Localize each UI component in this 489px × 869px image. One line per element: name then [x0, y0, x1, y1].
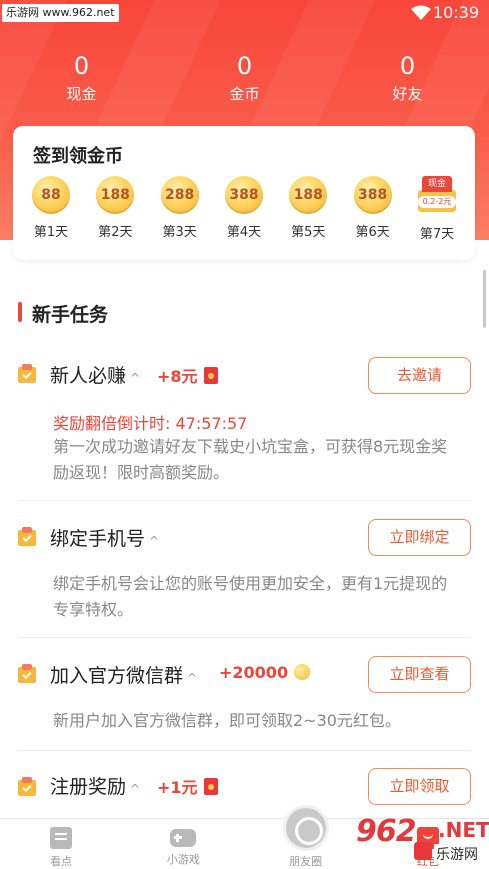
section-title: 新手任务: [32, 304, 109, 326]
red-packet-icon: [203, 367, 218, 384]
clipboard-check-icon: [18, 527, 38, 547]
coin-icon: 188: [289, 176, 328, 214]
view-group-button[interactable]: 立即查看: [368, 656, 471, 693]
envelope-amount: 0.2-2元: [417, 196, 456, 208]
stat-coins[interactable]: 0 金币: [163, 52, 326, 112]
stat-value: 0: [236, 52, 253, 80]
chevron-up-icon[interactable]: ^: [130, 371, 140, 385]
status-bar: 乐游网 www.962.net 10:39: [0, 0, 489, 26]
signin-day-3[interactable]: 288 第3天: [150, 176, 210, 242]
coin-icon: 188: [96, 176, 135, 214]
bind-phone-button[interactable]: 立即绑定: [368, 519, 471, 556]
reward-text: +8元: [157, 367, 198, 386]
clipboard-check-icon: [18, 364, 38, 384]
task-title[interactable]: 注册奖励 ^: [50, 772, 140, 799]
task-reward: +8元: [157, 363, 218, 387]
watermark-net: .NET: [438, 818, 489, 842]
chevron-up-icon[interactable]: ^: [149, 534, 159, 548]
day-label: 第1天: [33, 225, 69, 240]
coin-icon: 288: [160, 176, 199, 214]
stat-value: 0: [73, 52, 90, 80]
signin-title: 签到领金币: [33, 146, 123, 167]
task-reward: +1元: [157, 774, 218, 798]
task-title-text: 新人必赚: [50, 365, 127, 387]
task-description: 第一次成功邀请好友下载史小坑宝盒，可获得8元现金奖励返现！限时高额奖励。: [53, 437, 448, 482]
gamepad-icon: [170, 829, 197, 847]
site-watermark: 962 .NET 乐游网: [352, 812, 489, 868]
coin-icon: 88: [32, 176, 70, 214]
section-accent-bar: [18, 302, 22, 322]
invite-button[interactable]: 去邀请: [368, 357, 471, 394]
reward-text: +20000: [219, 663, 289, 682]
watermark-logo: 962: [356, 814, 417, 849]
site-badge: 乐游网 www.962.net: [2, 4, 119, 22]
coin-icon: 388: [353, 176, 392, 214]
stat-cash[interactable]: 0 现金: [0, 52, 163, 112]
wifi-icon: [411, 5, 431, 20]
red-envelope-icon: 现金 0.2-2元: [417, 176, 456, 216]
reward-text: +1元: [157, 778, 198, 797]
task-reward: +20000: [219, 663, 311, 682]
claim-button[interactable]: 立即领取: [368, 768, 471, 805]
chevron-up-icon[interactable]: ^: [130, 782, 140, 796]
status-time: 10:39: [432, 3, 479, 22]
nav-label: 朋友圈: [289, 855, 323, 868]
task-description: 新用户加入官方微信群，即可领取2~30元红包。: [53, 711, 401, 730]
scrollbar[interactable]: [483, 270, 486, 328]
day-label: 第4天: [226, 225, 262, 240]
divider: [18, 637, 471, 638]
article-icon: [50, 827, 73, 849]
signin-day-5[interactable]: 188 第5天: [278, 176, 338, 242]
signin-day-7[interactable]: 现金 0.2-2元 第7天: [407, 176, 467, 242]
stat-label: 好友: [392, 85, 423, 103]
signin-day-6[interactable]: 388 第6天: [343, 176, 403, 242]
red-packet-icon: [203, 778, 218, 795]
stat-label: 现金: [66, 85, 97, 103]
nav-label: 看点: [50, 855, 73, 868]
task-description: 绑定手机号会让您的账号使用更加安全，更有1元提现的专享特权。: [53, 574, 448, 619]
task-title-text: 注册奖励: [50, 776, 127, 798]
coin-icon: 388: [224, 176, 263, 214]
nav-item-minigames[interactable]: 小游戏: [122, 819, 244, 869]
nav-item-moments[interactable]: 朋友圈: [245, 805, 367, 869]
clipboard-check-icon: [18, 664, 38, 684]
camera-shutter-icon: [282, 805, 329, 851]
gold-coin-icon: [294, 664, 311, 680]
envelope-tag: 现金: [421, 176, 452, 192]
day-label: 第5天: [291, 225, 326, 240]
signin-day-1[interactable]: 88 第1天: [21, 176, 81, 242]
account-stats: 0 现金 0 金币 0 好友: [0, 52, 489, 112]
watermark-badge-icon: [414, 842, 432, 860]
signin-day-4[interactable]: 388 第4天: [214, 176, 274, 242]
task-title[interactable]: 加入官方微信群 ^: [50, 661, 197, 688]
divider: [18, 750, 471, 751]
stat-friends[interactable]: 0 好友: [326, 52, 489, 112]
divider: [18, 500, 471, 501]
task-title[interactable]: 绑定手机号 ^: [50, 524, 159, 551]
signin-days: 88 第1天 188 第2天 288 第3天 388 第4天 188 第5天 3…: [21, 176, 467, 242]
task-title[interactable]: 新人必赚 ^: [50, 361, 140, 388]
stat-label: 金币: [229, 85, 260, 103]
task-title-text: 绑定手机号: [50, 528, 146, 550]
nav-item-articles[interactable]: 看点: [0, 819, 122, 869]
day-label: 第2天: [98, 225, 133, 240]
day-label: 第3天: [162, 225, 197, 240]
stat-value: 0: [399, 52, 416, 80]
chevron-up-icon[interactable]: ^: [187, 671, 197, 685]
app-page: 乐游网 www.962.net 10:39 0 现金 0 金币 0 好友 签到领…: [0, 0, 489, 869]
watermark-sub: 乐游网: [434, 844, 480, 864]
day-label: 第7天: [419, 227, 455, 242]
nav-label: 小游戏: [166, 853, 200, 866]
clipboard-check-icon: [18, 777, 38, 797]
countdown-text: 奖励翻倍倒计时: 47:57:57: [53, 414, 248, 433]
day-label: 第6天: [355, 225, 390, 240]
signin-day-2[interactable]: 188 第2天: [85, 176, 145, 242]
task-title-text: 加入官方微信群: [50, 665, 184, 687]
signin-card: 签到领金币 88 第1天 188 第2天 288 第3天 388 第4天 188…: [13, 126, 475, 260]
